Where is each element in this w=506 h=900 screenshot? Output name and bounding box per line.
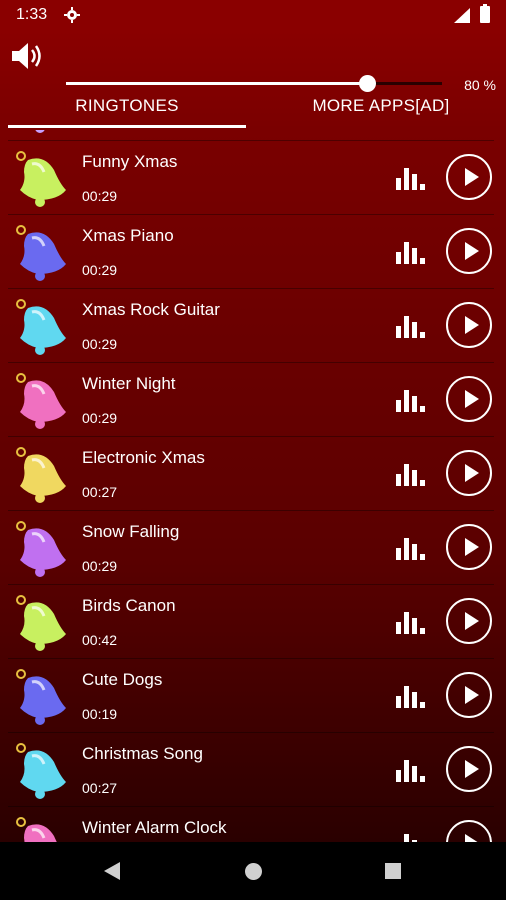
equalizer-icon — [396, 760, 425, 782]
play-button[interactable] — [446, 228, 492, 274]
ringtone-row[interactable]: Christmas Song 00:27 — [0, 732, 506, 806]
ringtone-row[interactable]: Funny Xmas 00:29 — [0, 140, 506, 214]
row-divider — [8, 214, 494, 215]
ringtone-duration: 00:29 — [82, 188, 118, 204]
equalizer-icon — [396, 390, 425, 412]
ringtone-row[interactable]: Birds Canon 00:42 — [0, 584, 506, 658]
row-divider — [8, 806, 494, 807]
play-button[interactable] — [446, 598, 492, 644]
bell-icon — [16, 817, 57, 842]
ringtone-row[interactable]: Xmas Piano 00:29 — [0, 214, 506, 288]
volume-slider[interactable] — [66, 75, 442, 92]
bell-icon — [16, 373, 66, 429]
ringtone-duration: 00:42 — [82, 632, 118, 648]
play-button[interactable] — [446, 746, 492, 792]
ringtone-row[interactable]: Winter Alarm Clock — [0, 806, 506, 842]
battery-icon — [480, 4, 490, 23]
equalizer-icon — [396, 686, 425, 708]
play-button[interactable] — [446, 154, 492, 200]
ringtone-duration: 00:29 — [82, 410, 118, 426]
recents-icon[interactable] — [385, 863, 401, 879]
equalizer-icon — [396, 464, 425, 486]
bell-icon — [16, 669, 66, 725]
play-button[interactable] — [446, 524, 492, 570]
ringtone-title: Snow Falling — [82, 522, 180, 541]
volume-icon[interactable] — [10, 40, 46, 72]
ringtone-title: Electronic Xmas — [82, 448, 205, 467]
ringtone-list[interactable]: Funny Xmas 00:29 Xmas Piano 00:29 Xmas Rock … — [0, 130, 506, 842]
bell-icon — [16, 595, 66, 651]
play-button[interactable] — [446, 820, 492, 842]
row-divider — [8, 436, 494, 437]
ringtone-title: Winter Alarm Clock — [82, 818, 227, 837]
play-button[interactable] — [446, 302, 492, 348]
row-divider — [8, 584, 494, 585]
ringtone-title: Birds Canon — [82, 596, 176, 615]
ringtone-title: Winter Night — [82, 374, 176, 393]
ringtone-row[interactable]: Xmas Rock Guitar 00:29 — [0, 288, 506, 362]
ringtone-row[interactable]: Cute Dogs 00:19 — [0, 658, 506, 732]
bell-icon — [16, 447, 66, 503]
volume-slider-fill — [66, 82, 367, 85]
status-time: 1:33 — [16, 6, 48, 23]
play-button[interactable] — [446, 672, 492, 718]
row-divider — [8, 658, 494, 659]
bell-icon — [16, 743, 66, 799]
gear-icon — [64, 7, 80, 23]
equalizer-icon — [396, 168, 425, 190]
ringtone-duration: 00:27 — [82, 484, 118, 500]
equalizer-icon — [396, 242, 425, 264]
row-divider — [8, 732, 494, 733]
ringtone-row[interactable]: Snow Falling 00:29 — [0, 510, 506, 584]
volume-percent: 80 % — [464, 77, 496, 93]
tab-more-apps[interactable]: MORE APPS[AD] — [262, 96, 500, 116]
ringtone-title: Funny Xmas — [82, 152, 178, 171]
signal-icon — [454, 8, 470, 23]
ringtone-duration: 00:29 — [82, 336, 118, 352]
bell-icon — [16, 225, 66, 281]
row-divider — [8, 288, 494, 289]
ringtone-duration: 00:27 — [82, 780, 118, 796]
ringtone-row[interactable]: Winter Night 00:29 — [0, 362, 506, 436]
bell-icon — [16, 151, 66, 207]
tab-ringtones[interactable]: RINGTONES — [8, 96, 246, 116]
ringtone-title: Christmas Song — [82, 744, 203, 763]
ringtone-title: Cute Dogs — [82, 670, 163, 689]
equalizer-icon — [404, 834, 417, 842]
play-button[interactable] — [446, 450, 492, 496]
bell-icon — [35, 130, 45, 133]
equalizer-icon — [396, 612, 425, 634]
ringtone-duration: 00:29 — [82, 262, 118, 278]
bell-icon — [16, 299, 66, 355]
ringtone-row[interactable]: Electronic Xmas 00:27 — [0, 436, 506, 510]
ringtone-title: Xmas Piano — [82, 226, 174, 245]
ringtone-row[interactable] — [0, 130, 506, 140]
status-bar: 1:33 — [0, 0, 506, 30]
tab-indicator — [8, 125, 246, 128]
volume-slider-thumb[interactable] — [358, 75, 376, 92]
equalizer-icon — [396, 316, 425, 338]
home-icon[interactable] — [245, 863, 262, 880]
play-button[interactable] — [446, 376, 492, 422]
row-divider — [8, 362, 494, 363]
ringtone-title: Xmas Rock Guitar — [82, 300, 220, 319]
nav-bar — [0, 842, 506, 900]
ringtone-duration: 00:29 — [82, 558, 118, 574]
row-divider — [8, 140, 494, 141]
back-icon[interactable] — [104, 862, 120, 880]
bell-icon — [16, 521, 66, 577]
ringtone-duration: 00:19 — [82, 706, 118, 722]
row-divider — [8, 510, 494, 511]
equalizer-icon — [396, 538, 425, 560]
